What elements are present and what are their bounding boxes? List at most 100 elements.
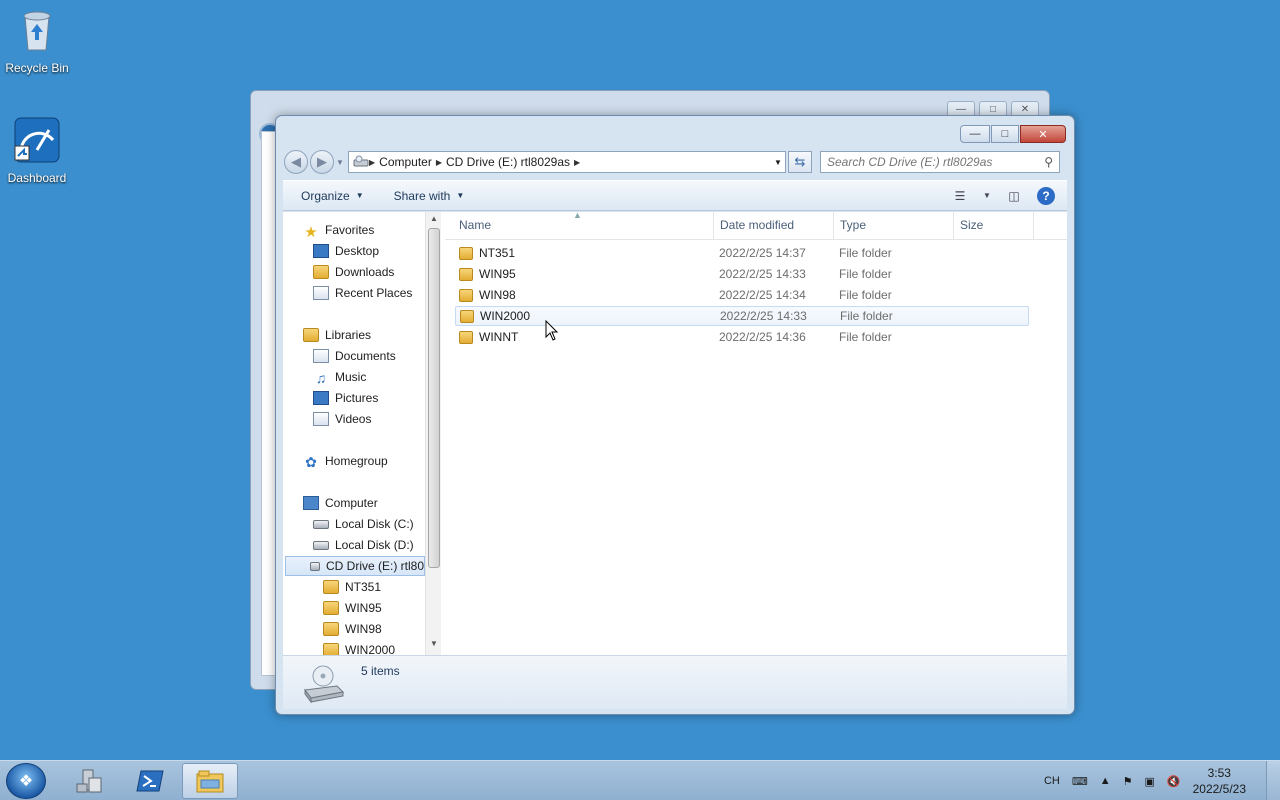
view-options-icon[interactable]: ☰ [951,188,969,204]
nav-label: WIN2000 [345,643,396,655]
column-name[interactable]: Name [459,218,491,232]
file-type: File folder [839,330,892,344]
taskbar-server-manager[interactable] [62,763,118,799]
folder-icon [459,246,473,260]
nav-downloads[interactable]: Downloads [313,262,394,282]
file-date: 2022/2/25 14:33 [720,309,807,323]
nav-sub-win95[interactable]: WIN95 [323,598,382,618]
nav-sub-nt351[interactable]: NT351 [323,577,381,597]
nav-computer[interactable]: Computer [303,493,378,513]
scroll-down-icon[interactable]: ▼ [426,639,441,653]
libraries-icon [303,328,319,342]
file-row[interactable]: WIN95 2022/2/25 14:33 File folder [455,264,1029,284]
column-divider[interactable] [833,212,834,240]
nav-homegroup[interactable]: ✿ Homegroup [303,451,388,471]
minimize-button[interactable]: — [960,125,990,143]
nav-pictures[interactable]: Pictures [313,388,378,408]
refresh-button[interactable]: ⇆ [788,151,812,173]
nav-label: Recent Places [335,286,413,300]
breadcrumb-cd-drive[interactable]: CD Drive (E:) rtl8029as [446,155,570,169]
nav-scrollbar[interactable]: ▲ ▼ [425,212,441,655]
nav-label: Homegroup [325,454,388,468]
nav-local-disk-d[interactable]: Local Disk (D:) [313,535,414,555]
documents-icon [313,349,329,363]
input-language[interactable]: CH [1044,775,1060,787]
nav-local-disk-c[interactable]: Local Disk (C:) [313,514,414,534]
cd-drive-large-icon [304,665,345,704]
nav-label: Pictures [335,391,379,405]
column-divider[interactable] [1033,212,1034,240]
address-bar[interactable]: ▶ Computer ▶ CD Drive (E:) rtl8029as ▶ ▼ [348,151,786,173]
file-name-cell: WIN95 [459,267,516,281]
server-manager-icon [76,769,102,793]
windows-explorer-icon [196,770,224,793]
start-button[interactable]: ❖ [6,763,46,799]
cd-drive-icon [353,155,369,167]
clock[interactable]: 3:53 2022/5/23 [1193,765,1246,797]
nav-sub-win2000[interactable]: WIN2000 [323,640,395,655]
keyboard-icon[interactable]: ⌨ [1072,775,1088,788]
scrollbar-thumb[interactable] [428,228,440,568]
breadcrumb-separator-icon[interactable]: ▶ [436,158,442,167]
recent-pages-dropdown[interactable]: ▼ [336,158,346,167]
action-center-flag-icon[interactable]: ⚑ [1123,775,1133,788]
search-icon[interactable]: ⚲ [1044,155,1053,169]
dashboard-desktop-icon[interactable]: Dashboard [0,116,74,185]
powershell-icon [136,770,164,792]
taskbar-powershell[interactable] [122,763,178,799]
clock-time: 3:53 [1207,766,1231,780]
recycle-bin-desktop-icon[interactable]: Recycle Bin [0,6,74,75]
scroll-up-icon[interactable]: ▲ [426,214,441,228]
breadcrumb-separator-icon[interactable]: ▶ [574,158,580,167]
recent-places-icon [313,286,329,300]
nav-videos[interactable]: Videos [313,409,371,429]
preview-pane-icon[interactable]: ◫ [1005,188,1023,204]
file-name: WIN2000 [480,309,531,323]
nav-music[interactable]: ♫ Music [313,367,367,387]
column-divider[interactable] [713,212,714,240]
close-button[interactable]: ✕ [1020,125,1066,143]
back-button[interactable]: ◀ [284,150,308,174]
file-row[interactable]: WIN98 2022/2/25 14:34 File folder [455,285,1029,305]
organize-button[interactable]: Organize ▼ [301,189,364,203]
address-dropdown-icon[interactable]: ▼ [771,158,785,167]
help-icon[interactable]: ? [1037,186,1055,205]
column-type[interactable]: Type [840,218,866,232]
file-row[interactable]: WINNT 2022/2/25 14:36 File folder [455,327,1029,347]
organize-label: Organize [301,188,350,203]
column-date-modified[interactable]: Date modified [720,218,794,232]
nav-documents[interactable]: Documents [313,346,396,366]
share-with-button[interactable]: Share with ▼ [394,189,465,203]
file-row-hovered[interactable]: WIN2000 2022/2/25 14:33 File folder [455,306,1029,326]
nav-recent-places[interactable]: Recent Places [313,283,412,303]
local-disk-icon [313,519,329,529]
nav-libraries[interactable]: Libraries [303,325,371,345]
desktop-icon [313,244,329,258]
folder-icon [323,601,339,615]
view-dropdown-icon[interactable]: ▼ [983,188,991,204]
taskbar-windows-explorer[interactable] [182,763,238,799]
nav-label: Downloads [335,265,395,279]
volume-muted-icon[interactable]: 🔇 [1167,775,1181,788]
show-desktop-button[interactable] [1266,761,1280,800]
file-date: 2022/2/25 14:34 [719,288,806,302]
forward-button[interactable]: ▶ [310,150,334,174]
breadcrumb-separator-icon[interactable]: ▶ [369,158,375,167]
show-hidden-icons-icon[interactable]: ▲ [1100,775,1111,787]
column-divider[interactable] [953,212,954,240]
file-row[interactable]: NT351 2022/2/25 14:37 File folder [455,243,1029,263]
nav-sub-win98[interactable]: WIN98 [323,619,382,639]
network-icon[interactable]: ▣ [1145,775,1155,788]
search-box[interactable]: ⚲ [820,151,1060,173]
column-size[interactable]: Size [960,218,983,232]
mouse-cursor-icon [545,320,559,341]
search-input[interactable] [827,155,1045,169]
recycle-bin-label: Recycle Bin [5,61,69,75]
maximize-button[interactable]: □ [991,125,1019,143]
nav-label: Videos [335,412,372,426]
breadcrumb-computer[interactable]: Computer [379,155,432,169]
local-disk-icon [313,540,329,550]
nav-desktop[interactable]: Desktop [313,241,379,261]
nav-cd-drive[interactable]: CD Drive (E:) rtl80 [285,556,425,576]
nav-favorites[interactable]: ★ Favorites [303,220,374,241]
